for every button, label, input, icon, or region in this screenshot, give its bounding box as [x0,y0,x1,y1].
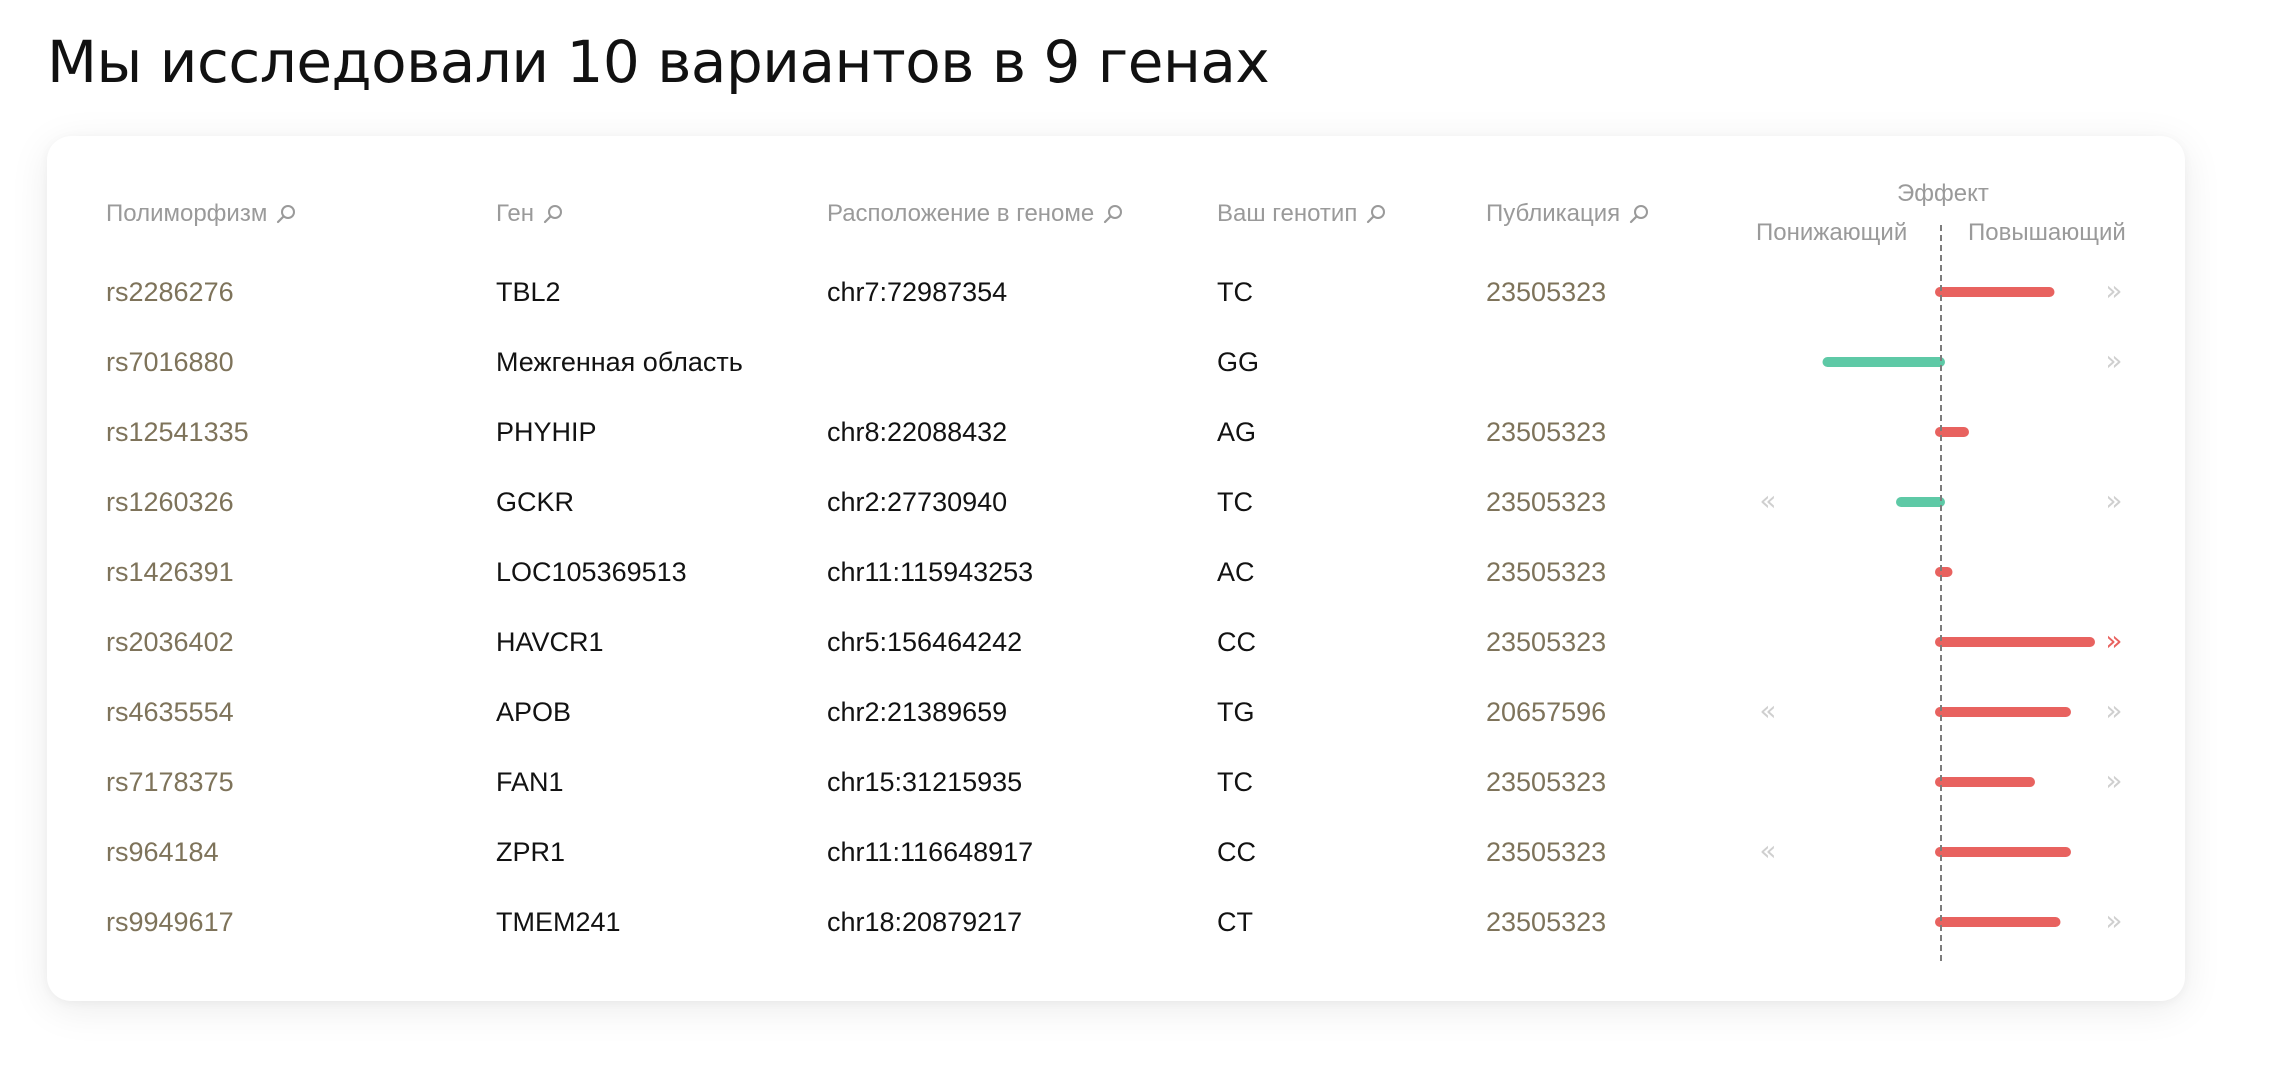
genome-location: chr18:20879217 [827,907,1023,937]
gene-name: ZPR1 [496,837,566,867]
chevrons-right-icon: » [2105,624,2122,657]
table-row: rs1260326 GCKR chr2:27730940 TC 23505323 «» [0,467,2280,537]
table-row: rs12541335 PHYHIP chr8:22088432 AG 23505323 [0,397,2280,467]
genotype-value: TC [1217,767,1253,797]
snp-link[interactable]: rs2286276 [106,257,234,327]
effect-bar-chart: » [1879,624,2123,657]
genome-location: chr8:22088432 [827,417,1008,447]
genome-location: chr7:72987354 [827,277,1008,307]
table-row: rs4635554 APOB chr2:21389659 TG 20657596 «» [0,677,2280,747]
column-header-genotype-label: Ваш генотип [1217,200,1358,227]
gene-name: GCKR [496,487,575,517]
genome-location: chr2:21389659 [827,697,1008,727]
genotype-value: CC [1217,627,1256,657]
snp-link[interactable]: rs12541335 [106,397,249,467]
column-header-gene-label: Ген [496,200,534,227]
snp-link[interactable]: rs7178375 [106,747,234,817]
gene-name: LOC105369513 [496,557,687,587]
publication-link[interactable]: 23505323 [1486,887,1606,957]
table-row: rs1426391 LOC105369513 chr11:115943253 AC 23… [0,537,2280,607]
chevrons-right-icon: » [2105,274,2122,307]
column-header-snp[interactable]: Полиморфизм [106,200,297,228]
effect-increasing-label: Повышающий [1968,219,2126,246]
column-header-snp-label: Полиморфизм [106,200,268,227]
publication-link[interactable]: 20657596 [1486,677,1606,747]
genome-location: chr5:156464242 [827,627,1023,657]
snp-link[interactable]: rs9949617 [106,887,234,957]
publication-link[interactable]: 23505323 [1486,607,1606,677]
snp-link[interactable]: rs4635554 [106,677,234,747]
effect-bar-chart: «» [1759,694,2122,727]
chevrons-right-icon: » [2105,484,2122,517]
snp-link[interactable]: rs964184 [106,817,219,887]
genotype-value: AG [1217,417,1257,447]
gene-name: HAVCR1 [496,627,604,657]
genome-location: chr11:116648917 [827,837,1034,867]
column-header-publication-label: Публикация [1486,200,1621,227]
snp-link[interactable]: rs1426391 [106,537,234,607]
genotype-value: GG [1217,347,1260,377]
genotype-value: TG [1217,697,1255,727]
chevrons-right-icon: » [2105,904,2122,937]
gene-name: FAN1 [496,767,564,797]
page-title: Мы исследовали 10 вариантов в 9 генах [47,28,1270,96]
effect-bar-chart: » [1879,764,2123,797]
genotype-value: CT [1217,907,1253,937]
effect-bar-chart: « [1759,834,2080,867]
chevrons-right-icon: » [2105,694,2122,727]
search-icon[interactable] [542,203,564,225]
column-header-location[interactable]: Расположение в геноме [827,200,1124,228]
table-row: rs964184 ZPR1 chr11:116648917 CC 23505323 « [0,817,2280,887]
genome-location: chr2:27730940 [827,487,1008,517]
publication-link[interactable]: 23505323 [1486,537,1606,607]
search-icon[interactable] [1365,203,1387,225]
chevrons-right-icon: » [2105,344,2122,377]
column-header-genotype[interactable]: Ваш генотип [1217,200,1387,228]
publication-link[interactable]: 23505323 [1486,257,1606,327]
effect-column-title: Эффект [1897,180,1989,207]
gene-name: TBL2 [496,277,561,307]
effect-decreasing-label: Понижающий [1756,219,1908,246]
table-row: rs7178375 FAN1 chr15:31215935 TC 23505323 » [0,747,2280,817]
chevrons-left-icon: « [1759,484,1776,517]
table-row: rs2286276 TBL2 chr7:72987354 TC 23505323 » [0,257,2280,327]
chevrons-left-icon: « [1759,834,1776,867]
effect-bar-chart: » [1842,274,2123,307]
table-row: rs7016880 Межгенная область GG » [0,327,2280,397]
effect-bar-chart [1834,427,2095,437]
genotype-value: AC [1217,557,1255,587]
gene-name: Межгенная область [496,347,743,377]
effect-bar-chart: » [1822,344,2123,377]
search-icon[interactable] [1102,203,1124,225]
genotype-value: TC [1217,487,1253,517]
table-row: rs9949617 TMEM241 chr18:20879217 CT 23505323… [0,887,2280,957]
gene-name: APOB [496,697,572,727]
effect-bar-chart [1809,567,2089,577]
snp-link[interactable]: rs1260326 [106,467,234,537]
effect-zero-axis [1940,225,1942,961]
column-header-location-label: Расположение в геноме [827,200,1095,227]
genome-location: chr11:115943253 [827,557,1034,587]
publication-link[interactable]: 23505323 [1486,817,1606,887]
genotype-value: TC [1217,277,1253,307]
gene-name: PHYHIP [496,417,597,447]
search-icon[interactable] [1628,203,1650,225]
chevrons-right-icon: » [2105,764,2122,797]
column-header-publication[interactable]: Публикация [1486,200,1650,228]
search-icon[interactable] [275,203,297,225]
publication-link[interactable]: 23505323 [1486,397,1606,467]
genome-location: chr15:31215935 [827,767,1023,797]
snp-link[interactable]: rs2036402 [106,607,234,677]
gene-name: TMEM241 [496,907,621,937]
effect-bar-chart: » [1902,904,2123,937]
table-row: rs2036402 HAVCR1 chr5:156464242 CC 23505323 » [0,607,2280,677]
publication-link[interactable]: 23505323 [1486,747,1606,817]
effect-bar-chart: «» [1759,484,2122,517]
publication-link[interactable]: 23505323 [1486,467,1606,537]
snp-link[interactable]: rs7016880 [106,327,234,397]
chevrons-left-icon: « [1759,694,1776,727]
column-header-gene[interactable]: Ген [496,200,564,228]
genotype-value: CC [1217,837,1256,867]
